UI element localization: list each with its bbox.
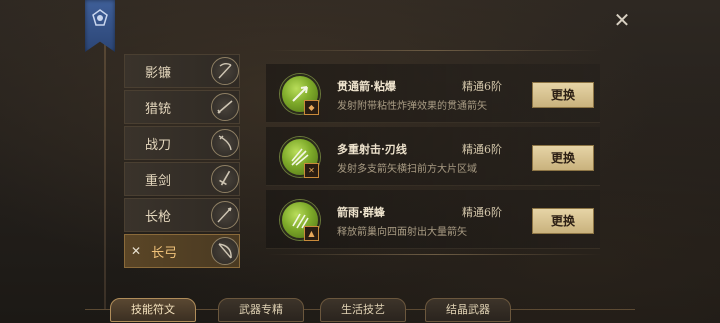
skill-name: 多重射击·刃线 <box>337 143 407 156</box>
skill-name: 箭雨·群蜂 <box>337 206 385 219</box>
weapon-item-sabre[interactable]: 战刀 <box>124 126 240 160</box>
tab-crystal-weapons[interactable]: 结晶武器 <box>425 298 511 322</box>
weapon-label: 战刀 <box>145 137 172 153</box>
swap-button[interactable]: 更换 <box>532 145 594 171</box>
tab-weapon-mastery[interactable]: 武器专精 <box>218 298 304 322</box>
rune-badge-icon: ✕ <box>304 163 319 178</box>
weapon-label: 长弓 <box>151 245 178 261</box>
guild-banner <box>85 0 115 52</box>
longbow-icon <box>211 237 239 265</box>
weapon-label: 猎铳 <box>145 101 172 117</box>
skill-description: 发射多支箭矢横扫前方大片区域 <box>337 164 477 175</box>
emblem-icon <box>92 9 108 26</box>
skill-rank: 精通6阶 <box>462 206 502 219</box>
weapon-item-greatsword[interactable]: 重剑 <box>124 162 240 196</box>
weapon-list: 影镰 猎铳 战刀 重剑 长枪 ✕ 长弓 <box>124 54 240 270</box>
tab-life-skills[interactable]: 生活技艺 <box>320 298 406 322</box>
skill-description: 释放箭巢向四面射出大量箭矢 <box>337 227 467 238</box>
weapon-item-musket[interactable]: 猎铳 <box>124 90 240 124</box>
weapon-item-scythe[interactable]: 影镰 <box>124 54 240 88</box>
tab-skill-runes[interactable]: 技能符文 <box>110 298 196 322</box>
weapon-label: 长枪 <box>145 209 172 225</box>
skill-rank: 精通6阶 <box>462 80 502 93</box>
weapon-label: 重剑 <box>145 173 172 189</box>
musket-icon <box>211 93 239 121</box>
skill-rank: 精通6阶 <box>462 143 502 156</box>
close-icon[interactable]: ✕ <box>610 8 634 32</box>
greatsword-icon <box>211 165 239 193</box>
scythe-icon <box>211 57 239 85</box>
sabre-icon <box>211 129 239 157</box>
skill-name: 贯通箭·粘爆 <box>337 80 396 93</box>
weapon-item-longbow[interactable]: ✕ 长弓 <box>124 234 240 268</box>
crossed-swords-icon: ✕ <box>131 244 142 258</box>
spear-icon <box>211 201 239 229</box>
skill-row: ✕ 多重射击·刃线 精通6阶 发射多支箭矢横扫前方大片区域 更换 <box>266 127 600 186</box>
skill-row: ▲ 箭雨·群蜂 精通6阶 释放箭巢向四面射出大量箭矢 更换 <box>266 190 600 249</box>
rune-badge-icon: ◆ <box>304 100 319 115</box>
left-frame-border <box>104 0 106 310</box>
skill-description: 发射附带粘性炸弹效果的贯通箭矢 <box>337 101 487 112</box>
skill-row: ◆ 贯通箭·粘爆 精通6阶 发射附带粘性炸弹效果的贯通箭矢 更换 <box>266 64 600 123</box>
weapon-label: 影镰 <box>145 65 172 81</box>
divider <box>268 254 602 255</box>
skill-panel: ◆ 贯通箭·粘爆 精通6阶 发射附带粘性炸弹效果的贯通箭矢 更换 ✕ 多重射击·… <box>266 64 600 253</box>
divider <box>268 50 602 51</box>
rune-badge-icon: ▲ <box>304 226 319 241</box>
swap-button[interactable]: 更换 <box>532 82 594 108</box>
weapon-item-spear[interactable]: 长枪 <box>124 198 240 232</box>
swap-button[interactable]: 更换 <box>532 208 594 234</box>
